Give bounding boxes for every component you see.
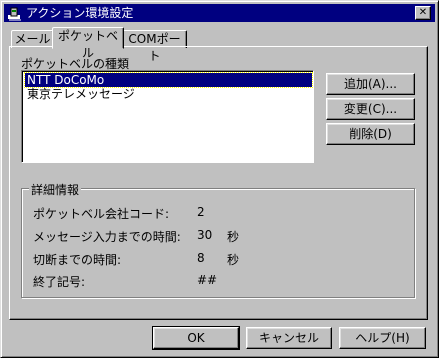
close-icon: ✕	[418, 7, 428, 18]
terminator-value: ##	[197, 273, 218, 287]
disconnect-wait-label: 切断までの時間:	[33, 253, 122, 267]
cancel-button[interactable]: キャンセル	[246, 327, 332, 349]
cancel-button-label: キャンセル	[258, 331, 319, 345]
tab-pager[interactable]: ポケットベル	[52, 27, 124, 60]
details-group-label: 詳細情報	[29, 181, 82, 198]
phone-settings-icon	[7, 5, 23, 21]
company-code-label: ポケットベル会社コード:	[33, 207, 170, 221]
disconnect-wait-unit: 秒	[227, 253, 240, 267]
change-button-label: 変更(C)...	[343, 102, 398, 116]
delete-button[interactable]: 削除(D)	[326, 123, 415, 145]
add-button[interactable]: 追加(A)...	[326, 73, 415, 95]
list-item[interactable]: NTT DoCoMo	[24, 72, 313, 88]
ok-button[interactable]: OK	[152, 326, 240, 350]
add-button-label: 追加(A)...	[343, 77, 398, 91]
help-button[interactable]: ヘルプ(H)	[339, 327, 426, 349]
pager-types-listbox[interactable]: NTT DoCoMo 東京テレメッセージ	[21, 70, 314, 163]
help-button-label: ヘルプ(H)	[355, 331, 410, 345]
input-wait-label: メッセージ入力までの時間:	[33, 230, 181, 244]
tab-label: メール	[14, 32, 51, 46]
input-wait-value: 30	[197, 228, 213, 242]
list-item[interactable]: 東京テレメッセージ	[25, 87, 137, 101]
close-button[interactable]: ✕	[415, 6, 431, 20]
ok-button-label: OK	[187, 331, 205, 345]
disconnect-wait-value: 8	[197, 251, 205, 265]
company-code-value: 2	[197, 205, 205, 219]
delete-button-label: 削除(D)	[349, 127, 392, 141]
title-bar[interactable]: アクション環境設定 ✕	[4, 4, 435, 22]
change-button[interactable]: 変更(C)...	[326, 98, 415, 120]
window-title: アクション環境設定	[26, 6, 134, 20]
input-wait-unit: 秒	[227, 230, 240, 244]
terminator-label: 終了記号:	[33, 275, 86, 289]
